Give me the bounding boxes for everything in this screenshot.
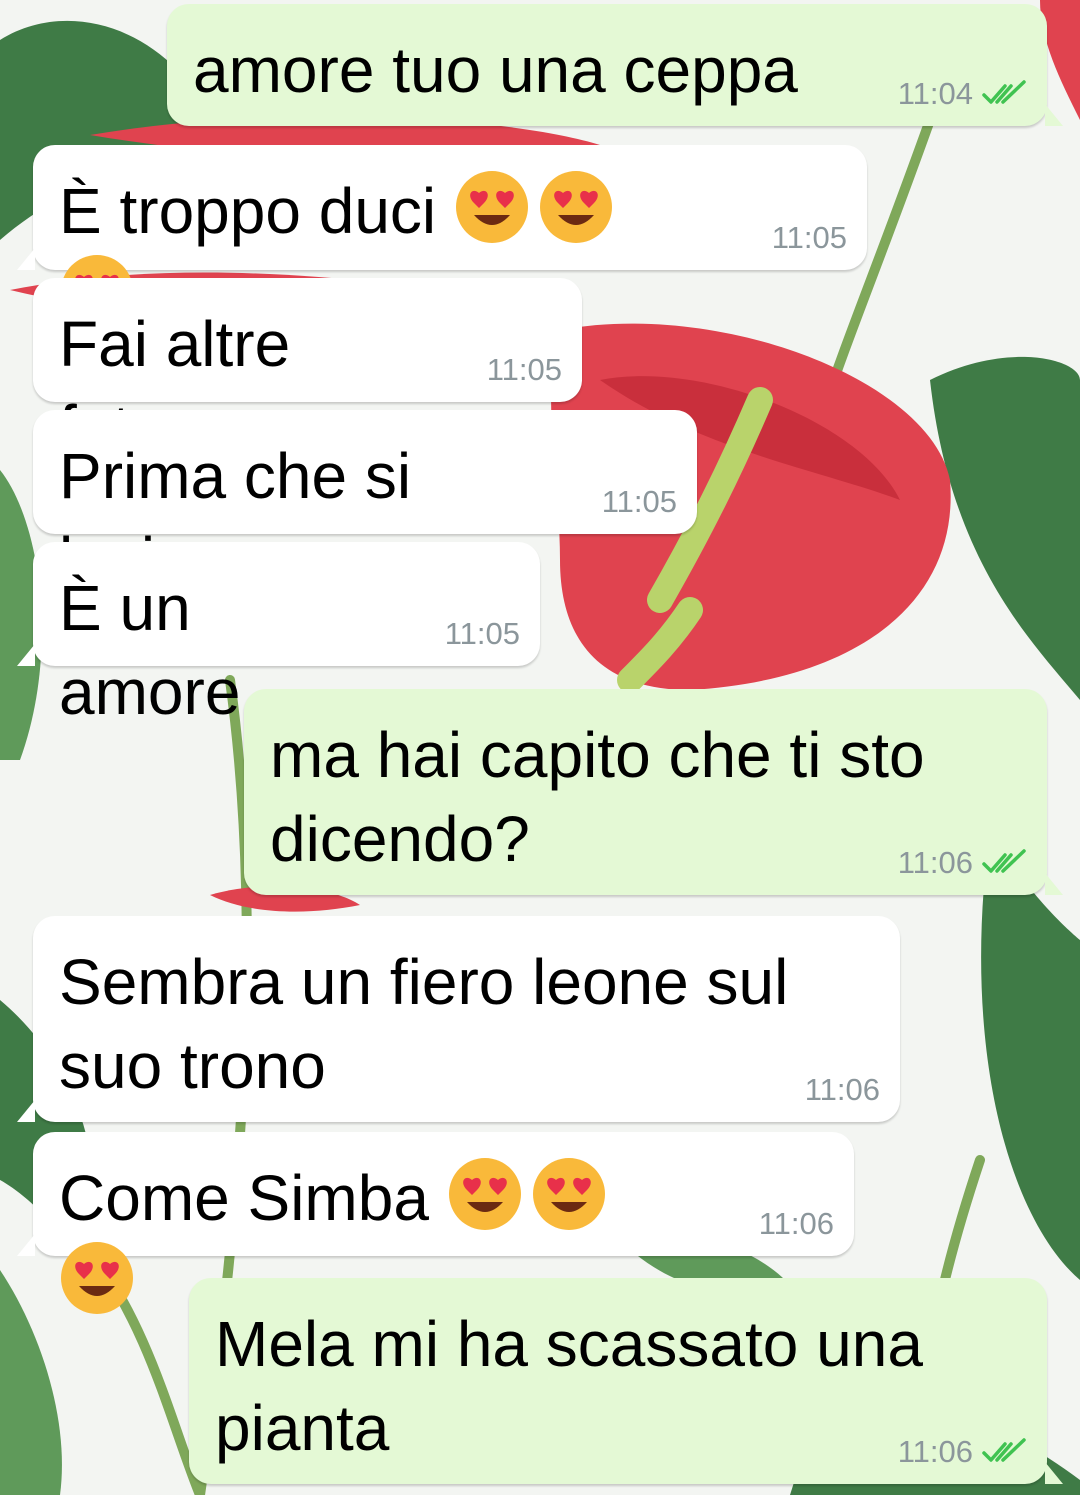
message-meta: 11:06	[759, 1206, 834, 1242]
double-check-icon	[982, 1438, 1026, 1462]
message-time: 11:05	[444, 616, 520, 651]
message-meta: 11:06	[805, 1072, 880, 1108]
message-text: Mela mi ha scassato una pianta	[215, 1308, 941, 1464]
message-time: 11:05	[486, 352, 562, 387]
message-bubble-incoming[interactable]: Prima che si levi 11:05	[33, 410, 697, 596]
heart-eyes-emoji-icon	[448, 1158, 521, 1230]
double-check-icon	[982, 849, 1026, 873]
message-meta: 11:06	[898, 845, 1027, 881]
message-bubble-incoming[interactable]: Come Simba 11:06	[17, 1132, 854, 1314]
message-meta: 11:04	[898, 76, 1027, 112]
message-meta: 11:06	[898, 1434, 1027, 1470]
message-time: 11:04	[897, 76, 973, 111]
message-text: Come Simba	[59, 1162, 429, 1234]
message-text: È troppo duci	[59, 175, 437, 247]
message-time: 11:06	[758, 1206, 834, 1241]
message-time: 11:06	[804, 1072, 880, 1107]
message-meta: 11:05	[772, 220, 847, 256]
heart-eyes-emoji-icon	[61, 1242, 133, 1314]
message-bubble-incoming[interactable]: È un amore 11:05	[17, 542, 540, 728]
message-time: 11:05	[601, 484, 677, 519]
message-bubble-incoming[interactable]: Sembra un fiero leone sul suo trono 11:0…	[17, 916, 900, 1122]
message-bubble-outgoing[interactable]: ma hai capito che ti sto dicendo? 11:06	[244, 689, 1063, 895]
heart-eyes-emoji-icon	[455, 171, 528, 243]
message-text: Sembra un fiero leone sul suo trono	[59, 946, 807, 1102]
message-meta: 11:05	[487, 352, 562, 388]
message-meta: 11:05	[602, 484, 677, 520]
heart-eyes-emoji-icon	[532, 1158, 605, 1230]
message-time: 11:06	[897, 845, 973, 880]
chat-thread: amore tuo una ceppa 11:04 È troppo duci …	[0, 0, 1080, 1495]
message-time: 11:05	[771, 220, 847, 255]
heart-eyes-emoji-icon	[539, 171, 612, 243]
message-bubble-incoming[interactable]: È troppo duci 11:05	[17, 145, 867, 327]
message-meta: 11:05	[445, 616, 520, 652]
message-bubble-incoming[interactable]: Fai altre foto 11:05	[33, 278, 582, 464]
double-check-icon	[982, 80, 1026, 104]
message-time: 11:06	[897, 1434, 973, 1469]
message-text: amore tuo una ceppa	[193, 34, 798, 106]
message-bubble-outgoing[interactable]: amore tuo una ceppa 11:04	[167, 4, 1063, 126]
message-bubble-outgoing[interactable]: Mela mi ha scassato una pianta 11:06	[189, 1278, 1063, 1484]
